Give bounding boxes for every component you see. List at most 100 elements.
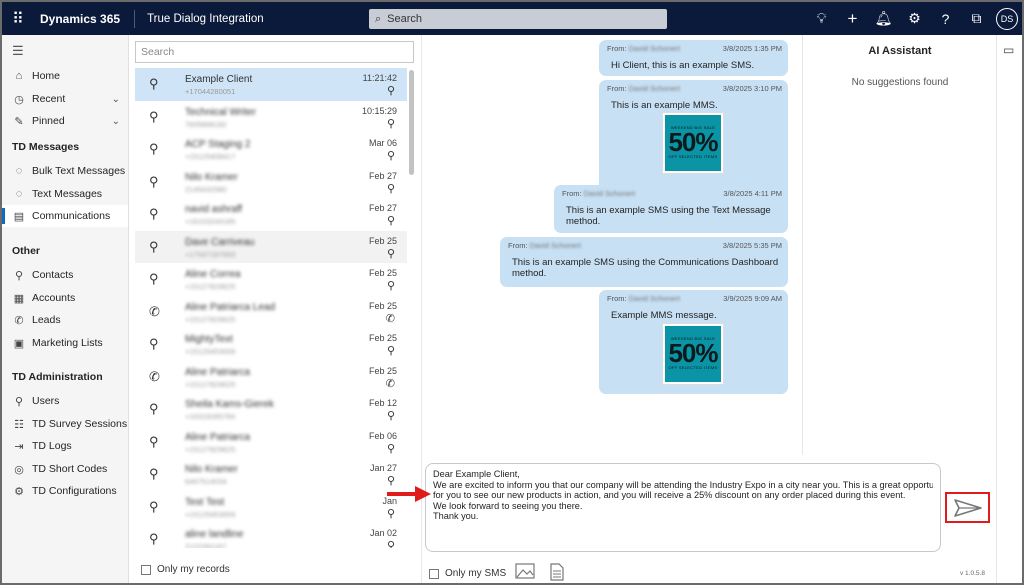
sidebar-item-users[interactable]: ⚲ Users — [2, 390, 128, 412]
app-launcher-icon[interactable]: ⠿ — [2, 2, 34, 35]
sidebar-item-td-short-codes[interactable]: ◎ TD Short Codes — [2, 458, 128, 480]
contact-icon[interactable]: ⚲ — [387, 539, 395, 548]
contact-icon[interactable]: ⚲ — [387, 409, 395, 422]
person-icon: ⚲ — [149, 531, 159, 546]
contact-row[interactable]: ⚲ navid ashraff +16103244185 Feb 27 ⚲ — [135, 198, 407, 231]
only-my-records-toggle[interactable]: Only my records — [141, 564, 230, 575]
contact-phone: +15127829625 — [185, 444, 236, 454]
contact-icon[interactable]: ⚲ — [387, 117, 395, 130]
message-bubble: From: David Schonert 3/8/2025 1:35 PM Hi C… — [599, 40, 788, 76]
lead-icon[interactable]: ✆ — [386, 312, 395, 325]
sidebar-item-bulk-text-messages[interactable]: ◌ Bulk Text Messages — [2, 160, 128, 182]
contact-list: ⚲ Example Client +17044280051 11:21:42 ⚲ ⚲ Tec… — [135, 68, 407, 548]
message-from: From: David Schonert — [607, 84, 680, 93]
sidebar-item-recent[interactable]: ◷ Recent ⌄ — [2, 88, 128, 110]
contact-list-scrollbar[interactable] — [409, 70, 414, 175]
contact-date: Feb 27 — [368, 170, 397, 181]
lead-icon[interactable]: ✆ — [386, 377, 395, 390]
right-side-strip: ▭ — [996, 35, 1022, 583]
message-compose-textarea[interactable]: Dear Example Client, We are excited to i… — [425, 463, 941, 552]
contact-row[interactable]: ⚲ Nilo Kramer 6467514034 Jan 27 ⚲ — [135, 458, 407, 491]
contact-list-pane: Search ⚲ Example Client +17044280051 11:21:… — [130, 35, 422, 583]
contact-date: Feb 25 — [368, 235, 397, 246]
sidebar-item-home[interactable]: ⌂ Home — [2, 65, 128, 87]
global-search-input[interactable]: ⌕ Search — [369, 9, 667, 29]
contact-row[interactable]: ⚲ Example Client +17044280051 11:21:42 ⚲ — [135, 68, 407, 101]
message-sender: David Schonert — [628, 84, 680, 93]
contact-row[interactable]: ⚲ Test Test +15125453009 Jan ⚲ — [135, 491, 407, 524]
contact-icon[interactable]: ⚲ — [387, 279, 395, 292]
lightbulb-icon[interactable]: 💡︎ — [806, 2, 837, 35]
mms-image[interactable]: WEEKEND BIG SALE 50% OFF SELECTED ITEMS — [662, 112, 724, 174]
person-icon: ⚲ — [149, 433, 159, 449]
hamburger-icon[interactable]: ☰ — [12, 43, 24, 59]
only-my-sms-checkbox[interactable] — [429, 568, 439, 579]
sidebar-item-contacts[interactable]: ⚲ Contacts — [2, 264, 128, 286]
compose-line: Dear Example Client, — [433, 469, 520, 479]
sidebar-item-accounts[interactable]: ▦ Accounts — [2, 287, 128, 309]
contact-phone: +15127829625 — [185, 282, 236, 291]
contact-date: Feb 25 — [368, 365, 397, 376]
brand-name[interactable]: Dynamics 365 — [34, 9, 136, 28]
only-my-records-checkbox[interactable] — [141, 564, 151, 575]
contact-row[interactable]: ⚲ MightyText +15125453009 Feb 25 ⚲ — [135, 328, 407, 361]
contact-icon[interactable]: ⚲ — [387, 507, 395, 520]
mms-image[interactable]: WEEKEND BIG SALE 50% OFF SELECTED ITEMS — [662, 323, 724, 385]
person-icon: ⚲ — [149, 401, 159, 416]
gear-icon[interactable]: ⚙ — [899, 2, 930, 35]
contact-icon[interactable]: ⚲ — [387, 84, 395, 97]
section-title-other: Other — [12, 245, 41, 257]
contact-phone: 2145432580 — [185, 184, 227, 194]
sidebar-item-label: Communications — [32, 210, 111, 222]
contact-icon[interactable]: ⚲ — [387, 344, 395, 357]
app-name[interactable]: True Dialog Integration — [135, 13, 264, 25]
message-from: From: David Schonert — [607, 294, 680, 303]
copilot-icon[interactable]: ⧉ — [961, 2, 992, 35]
contact-row[interactable]: ⚲ Nilo Kramer 2145432580 Feb 27 ⚲ — [135, 166, 407, 199]
message-timestamp: 3/8/2025 5:35 PM — [722, 241, 782, 250]
contact-name: ACP Staging 2 — [185, 139, 251, 150]
building-icon: ▦ — [13, 292, 25, 305]
document-attach-icon[interactable] — [549, 563, 565, 583]
plus-icon[interactable]: + — [837, 2, 868, 35]
contact-search-input[interactable]: Search — [135, 41, 414, 63]
contact-row[interactable]: ⚲ aline landline 2122391167 Jan 02 ⚲ — [135, 523, 407, 548]
compose-line: for you to see our new products in actio… — [433, 490, 906, 500]
contact-icon[interactable]: ⚲ — [387, 442, 395, 455]
bell-icon[interactable]: 🔔︎ — [868, 2, 899, 35]
contact-icon[interactable]: ⚲ — [387, 247, 395, 260]
sidebar-item-td-logs[interactable]: ⇥ TD Logs — [2, 435, 128, 457]
sidebar-item-text-messages[interactable]: ◌ Text Messages — [2, 183, 128, 205]
contact-row[interactable]: ⚲ Sheila Kams-Gierek +16316285784 Feb 12 ⚲ — [135, 393, 407, 426]
contact-row[interactable]: ⚲ ACP Staging 2 +15125408417 Mar 06 ⚲ — [135, 133, 407, 166]
contact-row[interactable]: ⚲ Aline Correa +15127829625 Feb 25 ⚲ — [135, 263, 407, 296]
sidebar: ☰ ⌂ Home ◷ Recent ⌄ ✎ Pinned ⌄ TD Messag… — [2, 35, 129, 583]
chevron-down-icon[interactable]: ⌄ — [112, 94, 120, 105]
contact-icon[interactable]: ⚲ — [387, 149, 395, 162]
contact-row[interactable]: ✆ Aline Patriarca +15127829625 Feb 25 ✆ — [135, 361, 407, 394]
contact-row[interactable]: ✆ Aline Patriarca Lead +15127829625 Feb 25 ✆ — [135, 296, 407, 329]
contact-row[interactable]: ⚲ Dave Carriveau +17047187693 Feb 25 ⚲ — [135, 230, 407, 263]
image-attach-icon[interactable] — [515, 563, 535, 582]
contact-row[interactable]: ⚲ Aline Patriarca +15127829625 Feb 06 ⚲ — [135, 426, 407, 459]
help-icon[interactable]: ? — [930, 2, 961, 35]
contact-icon[interactable]: ⚲ — [387, 214, 395, 227]
sidebar-item-leads[interactable]: ✆ Leads — [2, 309, 128, 331]
only-my-sms-toggle[interactable]: Only my SMS — [429, 568, 506, 579]
sidebar-item-pinned[interactable]: ✎ Pinned ⌄ — [2, 110, 128, 132]
message-bubble: From: David Schonert 3/8/2025 5:35 PM This… — [500, 237, 788, 287]
contact-row[interactable]: ⚲ Technical Writer 7605898182 10:15:29 ⚲ — [135, 101, 407, 134]
sidebar-item-td-configurations[interactable]: ⚙ TD Configurations — [2, 480, 128, 502]
send-button[interactable] — [945, 492, 990, 523]
avatar[interactable]: DS — [996, 7, 1018, 30]
sidebar-item-marketing-lists[interactable]: ▣ Marketing Lists — [2, 332, 128, 354]
chat-panel-icon[interactable]: ▭ — [1003, 43, 1014, 57]
message-text: This is an example MMS. — [611, 100, 718, 111]
sidebar-item-communications[interactable]: ▤ Communications — [2, 205, 128, 227]
contact-icon[interactable]: ⚲ — [387, 182, 395, 195]
person-icon: ⚲ — [149, 108, 159, 124]
contact-date: 11:21:42 — [362, 73, 397, 83]
message-text: This is an example SMS using the Text Me… — [566, 205, 771, 227]
sidebar-item-td-survey-sessions[interactable]: ☷ TD Survey Sessions — [2, 413, 128, 435]
chevron-down-icon[interactable]: ⌄ — [112, 116, 120, 127]
